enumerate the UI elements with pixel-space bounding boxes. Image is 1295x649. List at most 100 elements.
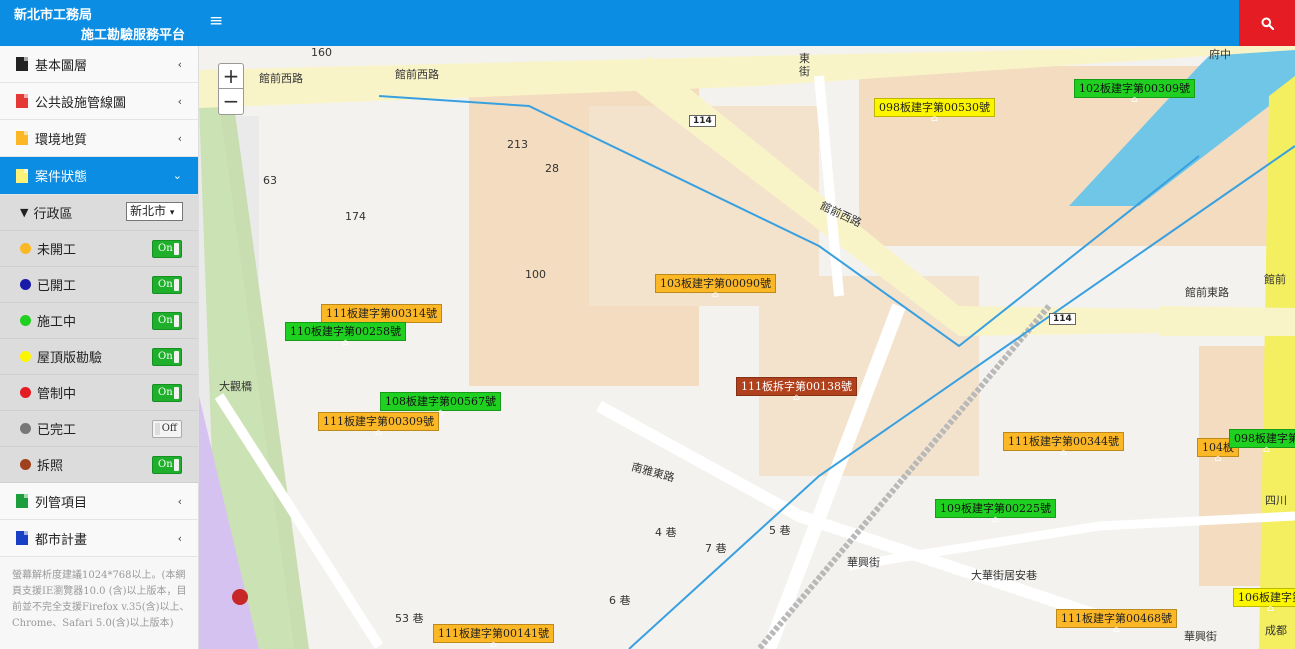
case-marker[interactable]: 111板建字第00141號 ⌂ [433, 624, 554, 649]
chevron-left-icon: ‹ [177, 495, 182, 508]
status-toggle[interactable]: On [152, 384, 182, 402]
status-toggle[interactable]: On [152, 240, 182, 258]
home-icon: ⌂ [712, 290, 719, 300]
street-label: 府中 [1209, 48, 1231, 61]
status-row: 管制中 On [0, 375, 198, 411]
hamburger-icon[interactable]: ≡ [209, 13, 225, 30]
sidebar-item-label: 案件狀態 [35, 170, 88, 185]
street-label: 53 巷 [395, 612, 424, 625]
search-icon [1261, 17, 1274, 30]
case-marker[interactable]: 111板建字第00314號⌂ [321, 304, 442, 330]
street-label: 館前西路 [395, 68, 439, 81]
home-icon: ⌂ [1060, 448, 1067, 458]
chevron-left-icon: ‹ [177, 58, 182, 71]
case-marker[interactable]: 103板建字第00090號 ⌂ [655, 274, 776, 300]
district-row: ▼ 行政區 新北市 ▾ [0, 195, 198, 231]
status-label: 未開工 [37, 243, 77, 258]
home-icon: ⌂ [793, 393, 800, 403]
district-select[interactable]: 新北市 ▾ [126, 202, 183, 221]
street-label: 大觀橋 [219, 380, 252, 393]
home-icon: ⌂ [931, 114, 938, 124]
file-icon [16, 57, 28, 71]
district-label: 行政區 [33, 207, 73, 222]
case-marker[interactable]: 098板建字第00530號 ⌂ [874, 98, 995, 124]
file-icon [16, 168, 28, 183]
search-button[interactable] [1239, 0, 1295, 46]
sidebar-item-basemap[interactable]: 基本圖層 ‹ [0, 46, 198, 83]
status-label: 施工中 [37, 315, 77, 330]
status-toggle[interactable]: On [152, 456, 182, 474]
status-row: 屋頂版勘驗 On [0, 339, 198, 375]
street-label: 174 [345, 210, 366, 223]
highway-shield: 114 [689, 115, 716, 127]
map-canvas[interactable]: 114 114 館前西路 館前西路 館前西路 館前東路 館前 大觀橋 大華街居安… [199, 46, 1295, 649]
case-marker[interactable]: 110板建字第00258號 ⌂ [285, 322, 406, 348]
status-label: 管制中 [37, 387, 77, 402]
case-marker[interactable]: 111板拆字第00138號 ⌂ [736, 377, 857, 403]
street-label: 213 [507, 138, 528, 151]
home-icon: ⌂ [1131, 95, 1138, 105]
street-label: 100 [525, 268, 546, 281]
case-marker[interactable]: 102板建字第00309號 ⌂ [1074, 79, 1195, 105]
status-toggle[interactable]: On [152, 348, 182, 366]
home-icon: ⌂ [342, 338, 349, 348]
case-marker[interactable]: 108板建字第00567號 ⌂ [380, 392, 501, 418]
street-label: 四川 [1265, 494, 1287, 507]
street-label: 華興街 [1184, 630, 1217, 643]
status-label: 已開工 [37, 279, 77, 294]
status-row: 未開工 On [0, 231, 198, 267]
sidebar-item-geology[interactable]: 環境地質 ‹ [0, 120, 198, 157]
sidebar-item-case-status[interactable]: 案件狀態 ⌄ [0, 157, 198, 195]
status-filter-panel: ▼ 行政區 新北市 ▾ 未開工 On 已開工 On 施工中 On 屋頂版勘驗 O… [0, 195, 198, 483]
zoom-out-button[interactable]: − [219, 89, 243, 114]
street-label: 東街 [799, 52, 810, 78]
status-dot [20, 351, 31, 362]
status-row: 已完工 Off [0, 411, 198, 447]
browser-note: 螢幕解析度建議1024*768以上。(本網頁支援IE瀏覽器10.0 (含)以上版… [12, 570, 190, 629]
status-row: 拆照 On [0, 447, 198, 483]
status-dot [20, 459, 31, 470]
sidebar-item-tracked[interactable]: 列管項目 ‹ [0, 483, 198, 520]
case-marker[interactable]: 111板建字第00468號 ⌂ [1056, 609, 1177, 635]
zoom-in-button[interactable]: + [219, 64, 243, 89]
status-dot [20, 279, 31, 290]
street-label: 館前西路 [259, 72, 303, 85]
case-marker[interactable]: 098板建字第 ⌂ [1229, 429, 1295, 455]
street-label: 大華街居安巷 [971, 569, 1037, 582]
sidebar-item-label: 基本圖層 [35, 58, 88, 74]
status-toggle[interactable]: Off [152, 420, 182, 438]
street-label: 6 巷 [609, 594, 631, 607]
status-label: 屋頂版勘驗 [37, 351, 103, 366]
status-row: 施工中 On [0, 303, 198, 339]
case-marker[interactable]: 109板建字第00225號 ⌂ [935, 499, 1056, 525]
case-marker[interactable]: 111板建字第00344號 ⌂ [1003, 432, 1124, 458]
home-icon: ⌂ [490, 640, 497, 649]
status-dot [20, 243, 31, 254]
case-marker[interactable]: 106板建字第⌂ [1233, 588, 1295, 614]
status-toggle[interactable]: On [152, 312, 182, 330]
street-label: 63 [263, 174, 277, 187]
home-icon: ⌂ [1267, 604, 1274, 614]
sidebar-item-label: 公共設施管線圖 [35, 95, 127, 111]
top-header: 新北市工務局 施工勘驗服務平台 ≡ [0, 0, 1295, 46]
sidebar-item-label: 都市計畫 [35, 532, 88, 548]
brand-subtitle: 施工勘驗服務平台 [80, 28, 185, 43]
status-dot [20, 315, 31, 326]
brand: 新北市工務局 施工勘驗服務平台 [0, 0, 199, 46]
street-label: 5 巷 [769, 524, 791, 537]
case-marker[interactable]: 111板建字第00309號 ⌂ [318, 412, 439, 438]
status-label: 拆照 [37, 459, 64, 474]
chevron-left-icon: ‹ [177, 532, 182, 545]
home-icon: ⌂ [1263, 445, 1270, 455]
sidebar-item-label: 列管項目 [35, 495, 88, 511]
status-dot [20, 423, 31, 434]
home-icon: ⌂ [1113, 625, 1120, 635]
sidebar-item-utilities[interactable]: 公共設施管線圖 ‹ [0, 83, 198, 120]
file-icon [16, 531, 28, 545]
zoom-control: + − [218, 63, 244, 115]
status-row: 已開工 On [0, 267, 198, 303]
sidebar-item-urban-plan[interactable]: 都市計畫 ‹ [0, 520, 198, 557]
file-icon [16, 131, 28, 145]
street-label: 館前 [1264, 273, 1286, 286]
status-toggle[interactable]: On [152, 276, 182, 294]
